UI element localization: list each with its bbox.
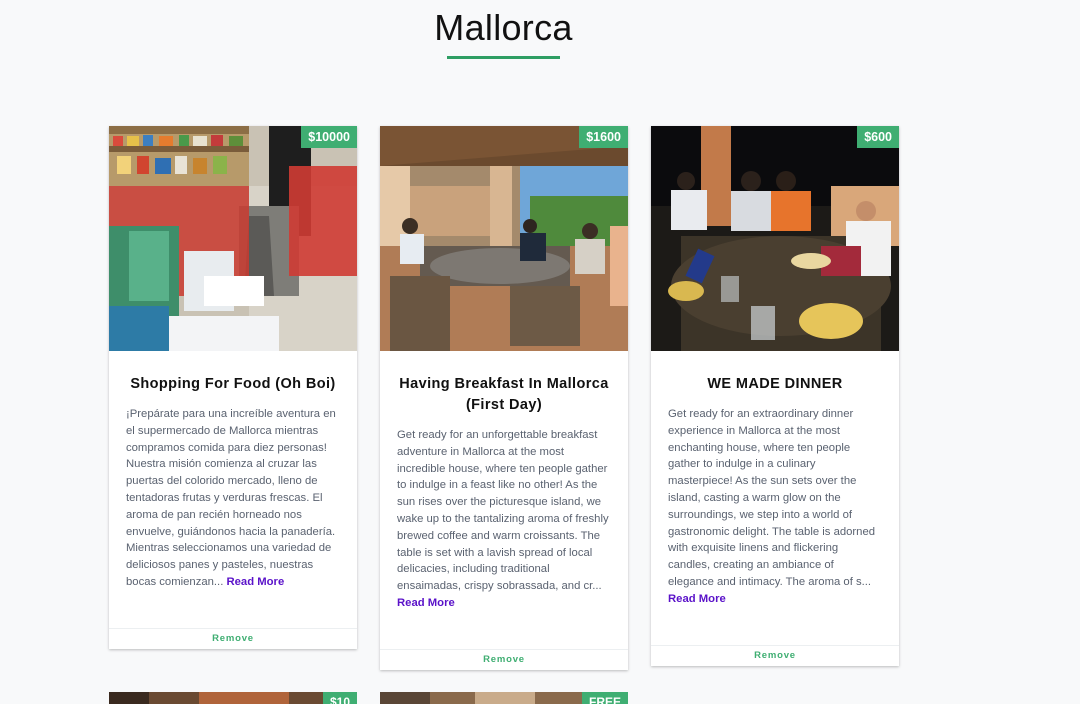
card-title: WE MADE DINNER (707, 376, 843, 392)
read-more-link[interactable]: Read More (668, 593, 726, 605)
remove-button[interactable]: Remove (109, 628, 357, 649)
card-title: Shopping For Food (Oh Boi) (130, 376, 336, 392)
excerpt-text: Get ready for an unforgettable breakfast… (397, 429, 609, 593)
read-more-link[interactable]: Read More (226, 576, 284, 588)
breakfast-photo (380, 126, 628, 351)
card-image-shopping[interactable]: $10000 (109, 126, 357, 351)
excerpt-text: ¡Prepárate para una increíble aventura e… (126, 408, 336, 588)
read-more-link[interactable]: Read More (397, 597, 455, 609)
card-excerpt: ¡Prepárate para una increíble aventura e… (126, 406, 340, 591)
card-body: WE MADE DINNER Get ready for an extraord… (651, 374, 899, 608)
price-badge: $1600 (579, 126, 628, 148)
page-header: Mallorca (0, 8, 1007, 59)
page-title: Mallorca (434, 7, 573, 48)
post-card-shopping: $10000 Shopping For Food (Oh Boi) ¡Prepá… (109, 126, 357, 649)
remove-button[interactable]: Remove (651, 645, 899, 666)
card-body: Having Breakfast In Mallorca (First Day)… (380, 374, 628, 612)
post-card-dinner: $600 WE MADE DINNER Get ready for an ext… (651, 126, 899, 666)
price-badge: $10 (322, 692, 357, 704)
title-underline (447, 56, 560, 59)
price-badge: FREE (581, 692, 628, 704)
post-card-partial-2[interactable]: FREE (380, 692, 628, 704)
price-badge: $10000 (301, 126, 357, 148)
card-image-dinner[interactable]: $600 (651, 126, 899, 351)
card-image-breakfast[interactable]: $1600 (380, 126, 628, 351)
post-card-partial-1[interactable]: $10 (109, 692, 357, 704)
card-body: Shopping For Food (Oh Boi) ¡Prepárate pa… (109, 374, 357, 591)
dinner-photo (651, 126, 899, 351)
price-badge: $600 (857, 126, 899, 148)
card-excerpt: Get ready for an extraordinary dinner ex… (668, 406, 882, 608)
card-title: Having Breakfast In Mallorca (First Day) (399, 376, 609, 413)
post-card-breakfast: $1600 Having Breakfast In Mallorca (Firs… (380, 126, 628, 670)
excerpt-text: Get ready for an extraordinary dinner ex… (668, 408, 876, 588)
card-image-partial-1 (109, 692, 357, 704)
card-excerpt: Get ready for an unforgettable breakfast… (397, 427, 611, 612)
remove-button[interactable]: Remove (380, 649, 628, 670)
shopping-photo (109, 126, 357, 351)
